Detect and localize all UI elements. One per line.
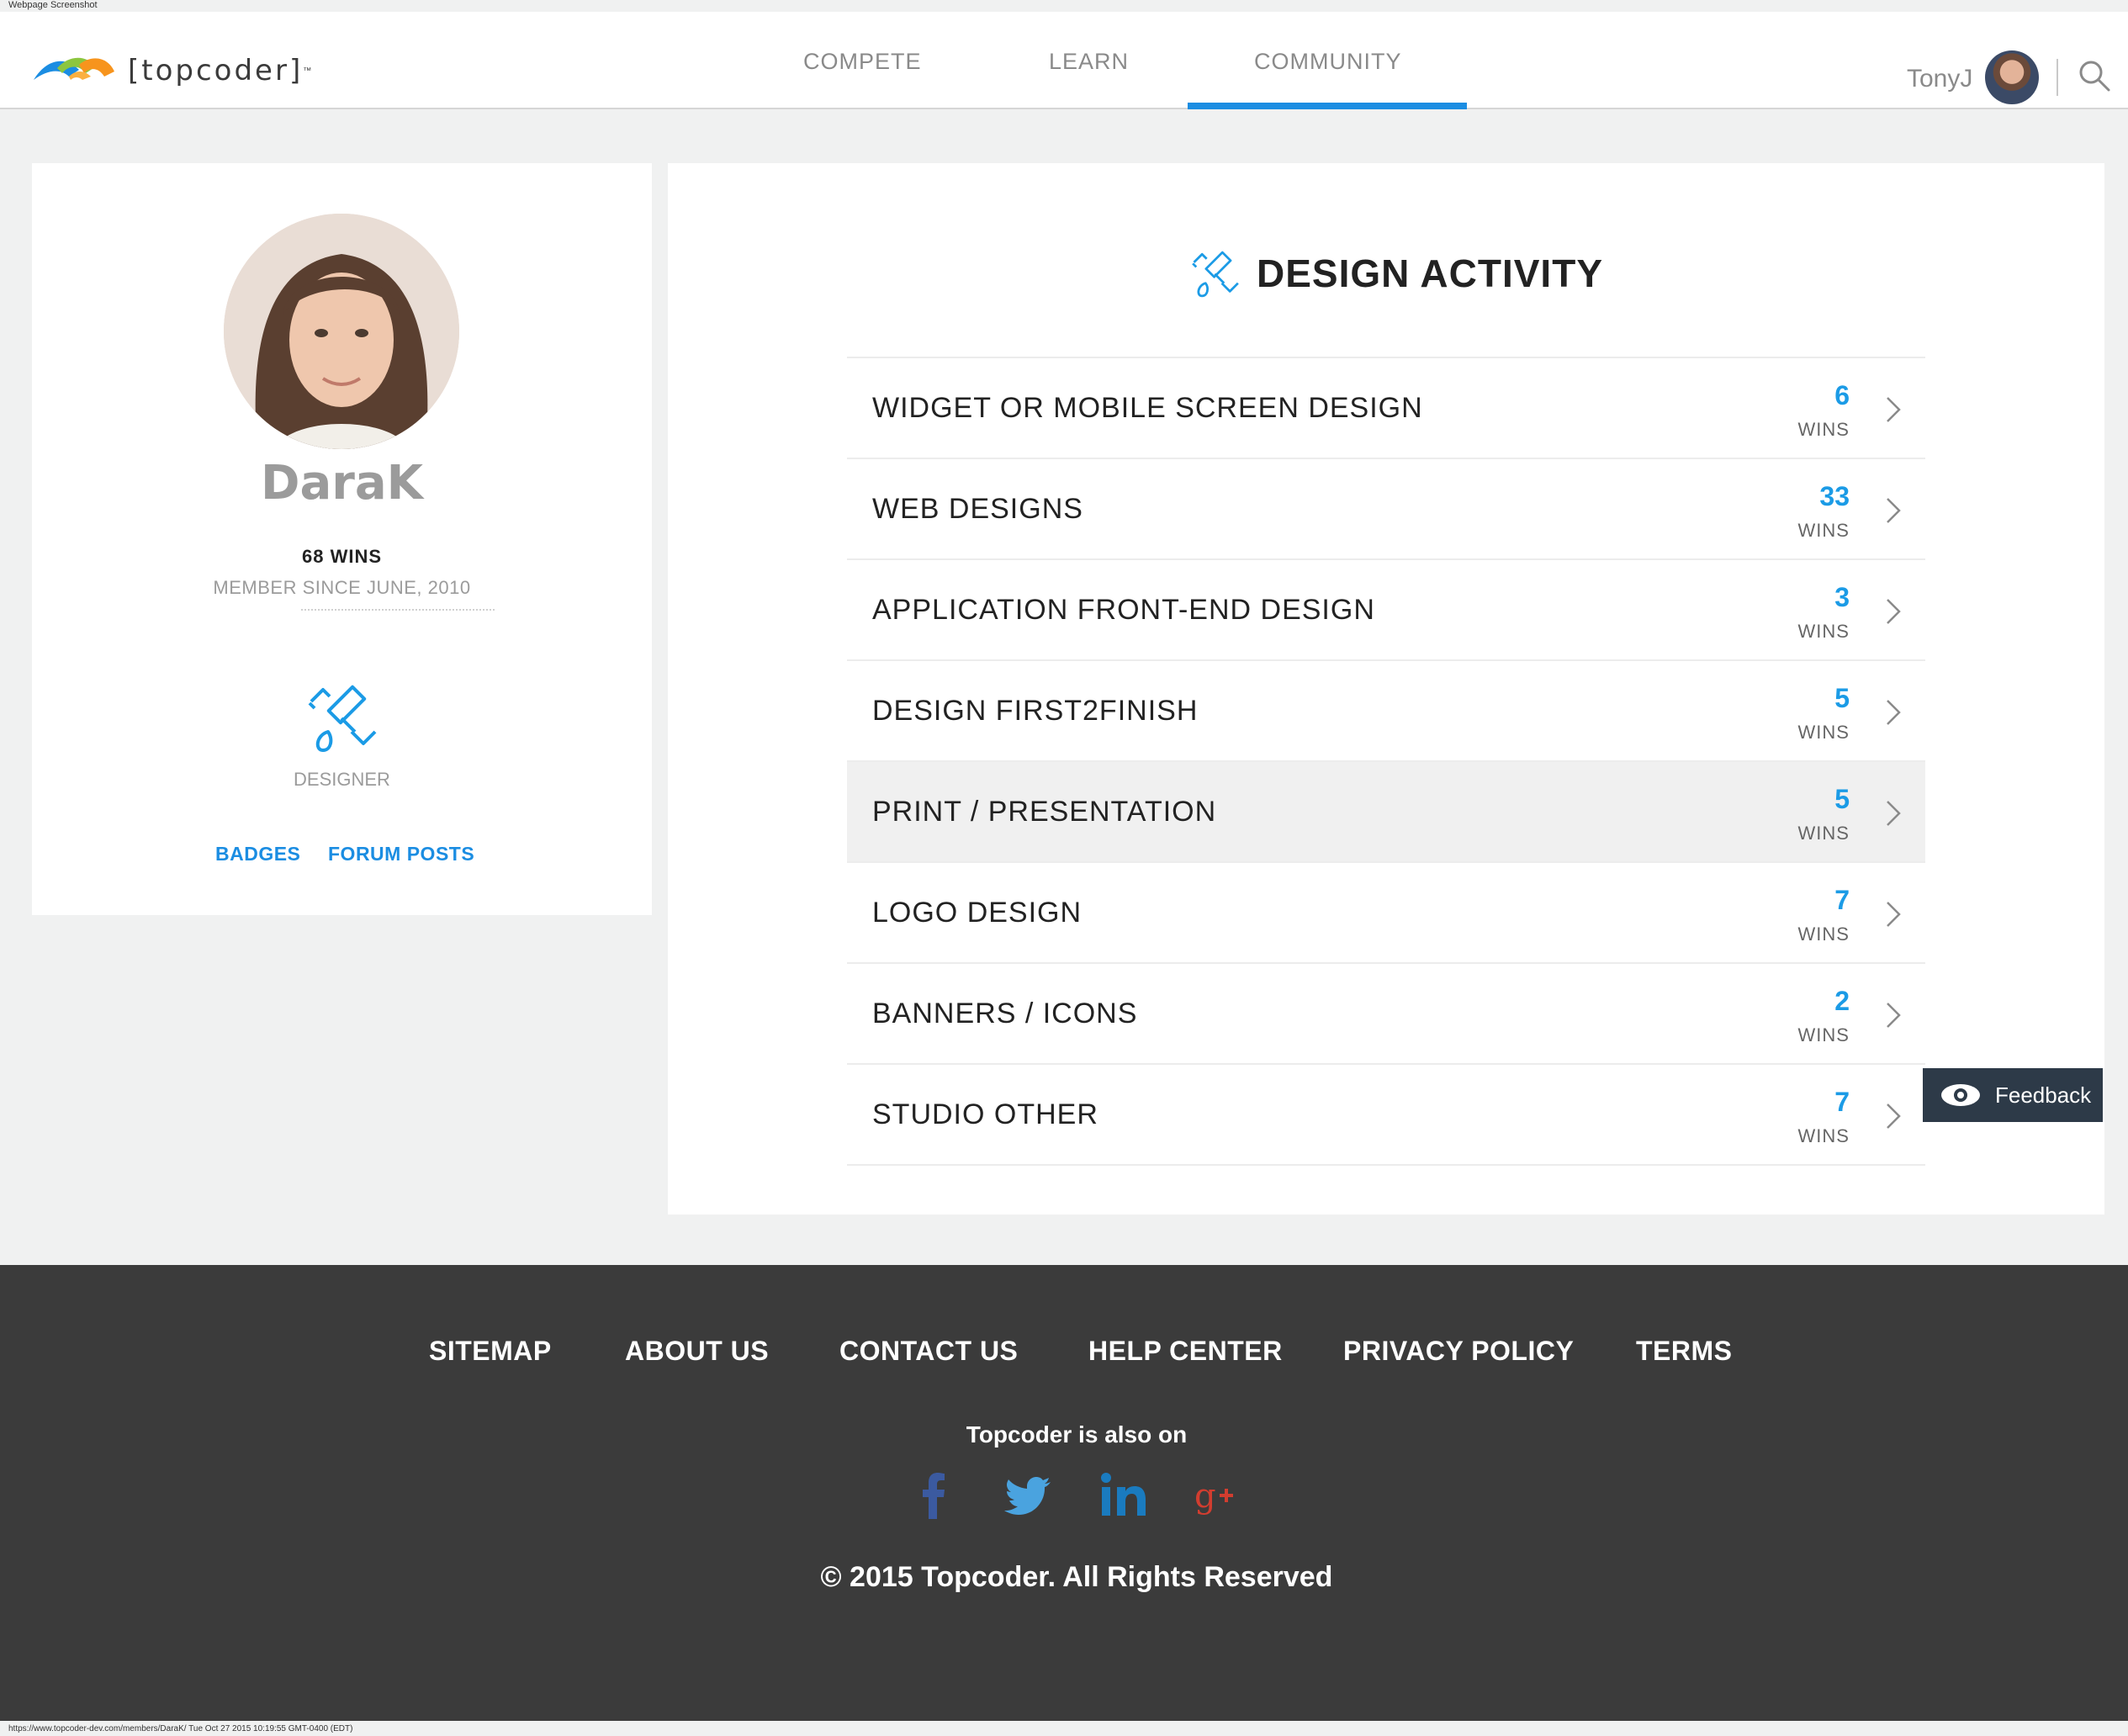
feedback-camera-icon (1941, 1084, 1980, 1106)
nav-compete[interactable]: COMPETE (803, 49, 922, 75)
capture-url-line: https://www.topcoder-dev.com/members/Dar… (8, 1724, 353, 1733)
activity-row-wins-label: WINS (1797, 924, 1850, 945)
activity-row-wins-label: WINS (1797, 419, 1850, 440)
google-plus-icon[interactable]: g (1193, 1470, 1243, 1521)
activity-row-count: 6 (1834, 380, 1850, 410)
profile-divider (301, 609, 495, 612)
user-avatar[interactable] (1985, 50, 2039, 104)
activity-row-count: 3 (1834, 582, 1850, 612)
design-activity-card: DESIGN ACTIVITY WIDGET OR MOBILE SCREEN … (668, 163, 2104, 1215)
twitter-icon[interactable] (1003, 1470, 1054, 1521)
footer-link-about-us[interactable]: ABOUT US (625, 1336, 769, 1367)
chevron-right-icon (1887, 498, 1901, 523)
designer-icon (308, 685, 377, 752)
search-icon[interactable] (2078, 59, 2111, 93)
footer-link-help-center[interactable]: HELP CENTER (1088, 1336, 1283, 1367)
activity-header: DESIGN ACTIVITY (1189, 247, 1603, 299)
badges-link[interactable]: BADGES (215, 843, 300, 865)
chevron-right-icon (1887, 599, 1901, 624)
top-header: [topcoder] ™ COMPETE LEARN COMMUNITY Tony… (0, 12, 2128, 109)
activity-row-label: APPLICATION FRONT-END DESIGN (872, 594, 1375, 626)
topcoder-logo[interactable]: [topcoder] ™ (32, 45, 311, 96)
activity-row[interactable]: DESIGN FIRST2FINISH 5 WINS (847, 661, 1925, 762)
feedback-button[interactable]: Feedback (1923, 1068, 2103, 1122)
footer-link-terms[interactable]: TERMS (1636, 1336, 1733, 1367)
chevron-right-icon (1887, 397, 1901, 422)
activity-row-label: WEB DESIGNS (872, 493, 1083, 525)
activity-title: DESIGN ACTIVITY (1257, 251, 1603, 295)
forum-posts-link[interactable]: FORUM POSTS (328, 843, 474, 865)
activity-row-wins-label: WINS (1797, 1024, 1850, 1045)
activity-row[interactable]: LOGO DESIGN 7 WINS (847, 863, 1925, 964)
activity-row-count: 5 (1834, 784, 1850, 814)
activity-row[interactable]: APPLICATION FRONT-END DESIGN 3 WINS (847, 560, 1925, 661)
profile-card: DaraK 68 WINS MEMBER SINCE JUNE, 2010 DE… (32, 163, 652, 915)
activity-row-wins-label: WINS (1797, 520, 1850, 541)
member-since: MEMBER SINCE JUNE, 2010 (213, 577, 471, 598)
footer-link-contact-us[interactable]: CONTACT US (839, 1336, 1018, 1367)
topcoder-logo-mark-icon (34, 57, 114, 80)
design-activity-icon (1192, 251, 1239, 298)
site-footer: SITEMAP ABOUT US CONTACT US HELP CENTER … (0, 1265, 2128, 1721)
social-heading: Topcoder is also on (966, 1421, 1188, 1448)
activity-row[interactable]: WEB DESIGNS 33 WINS (847, 459, 1925, 560)
activity-row-wins-label: WINS (1797, 722, 1850, 743)
nav-community[interactable]: COMMUNITY (1254, 49, 1401, 75)
activity-row-highlighted[interactable]: PRINT / PRESENTATION 5 WINS (847, 762, 1925, 863)
linkedin-icon[interactable] (1098, 1470, 1149, 1521)
activity-row-wins-label: WINS (1797, 621, 1850, 642)
footer-link-sitemap[interactable]: SITEMAP (429, 1336, 552, 1367)
profile-wins: 68 WINS (301, 546, 383, 567)
capture-label: Webpage Screenshot (8, 0, 98, 10)
logo-trademark: ™ (303, 66, 312, 76)
chevron-right-icon (1887, 902, 1901, 927)
topcoder-wordmark: [topcoder] (128, 54, 304, 87)
activity-row[interactable]: STUDIO OTHER 7 WINS (847, 1065, 1925, 1166)
profile-photo (224, 214, 459, 449)
profile-handle: DaraK (260, 456, 424, 511)
activity-row-label: BANNERS / ICONS (872, 998, 1138, 1029)
activity-row-count: 5 (1834, 683, 1850, 713)
activity-row[interactable]: BANNERS / ICONS 2 WINS (847, 964, 1925, 1065)
activity-row-label: DESIGN FIRST2FINISH (872, 695, 1199, 727)
activity-row-count: 33 (1819, 481, 1850, 511)
footer-copyright: © 2015 Topcoder. All Rights Reserved (820, 1561, 1333, 1593)
activity-row-wins-label: WINS (1797, 1125, 1850, 1146)
activity-list: WIDGET OR MOBILE SCREEN DESIGN 6 WINS WE… (847, 357, 1925, 1166)
chevron-right-icon (1887, 700, 1901, 725)
activity-row-wins-label: WINS (1797, 823, 1850, 844)
header-divider (2057, 59, 2058, 96)
activity-row-label: LOGO DESIGN (872, 897, 1083, 929)
activity-row[interactable]: WIDGET OR MOBILE SCREEN DESIGN 6 WINS (847, 358, 1925, 459)
nav-learn[interactable]: LEARN (1049, 49, 1129, 75)
designer-track-label: DESIGNER (294, 769, 390, 790)
activity-row-count: 7 (1834, 1087, 1850, 1117)
chevron-right-icon (1887, 1003, 1901, 1028)
user-name[interactable]: TonyJ (1907, 65, 1972, 93)
svg-text:g: g (1194, 1477, 1216, 1516)
footer-link-privacy-policy[interactable]: PRIVACY POLICY (1343, 1336, 1574, 1367)
activity-row-label: STUDIO OTHER (872, 1098, 1098, 1130)
feedback-label: Feedback (1995, 1082, 2092, 1108)
activity-row-label: WIDGET OR MOBILE SCREEN DESIGN (872, 392, 1423, 424)
activity-row-count: 7 (1834, 885, 1850, 915)
activity-row-count: 2 (1834, 986, 1850, 1016)
chevron-right-icon (1887, 801, 1901, 826)
facebook-icon[interactable] (908, 1470, 959, 1521)
chevron-right-icon (1887, 1104, 1901, 1129)
activity-row-label: PRINT / PRESENTATION (872, 796, 1217, 828)
nav-active-indicator (1188, 103, 1467, 109)
